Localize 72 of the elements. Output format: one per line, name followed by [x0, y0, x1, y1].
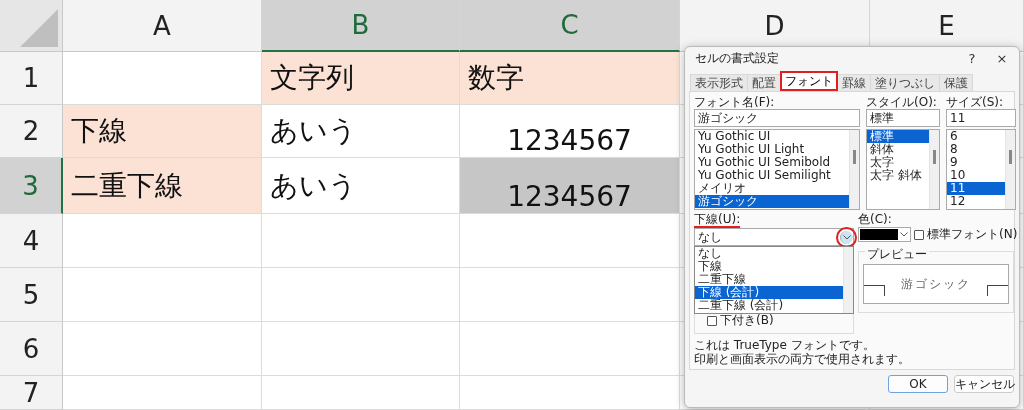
preview-text: 游ゴシック [900, 275, 972, 293]
chevron-down-icon [843, 234, 851, 240]
input-field[interactable]: 11 [946, 109, 1016, 127]
row-header[interactable]: 5 [0, 268, 63, 322]
column-header[interactable]: C [460, 0, 680, 52]
field-label: 色(C): [858, 212, 892, 226]
dropdown-option[interactable]: 下線 [695, 260, 843, 273]
table-cell: 文字列 [262, 52, 460, 105]
help-button[interactable]: ? [959, 50, 985, 66]
list-item[interactable]: 9 [947, 156, 1005, 169]
list-item[interactable]: 斜体 [867, 143, 929, 156]
table-cell: 1234567 [460, 158, 680, 214]
list-item[interactable]: 游ゴシック [695, 195, 849, 208]
list-item[interactable]: Yu Gothic UI Semibold [695, 156, 849, 169]
row-header[interactable]: 3 [0, 158, 63, 214]
group-label: プレビュー [865, 246, 929, 263]
list-item[interactable]: メイリオ [695, 182, 849, 195]
dropdown-option[interactable]: 二重下線 [695, 273, 843, 286]
row-header[interactable]: 2 [0, 105, 63, 158]
normal-font-checkbox[interactable]: 標準フォント(N) [914, 226, 1018, 243]
info-text: これは TrueType フォントです。 [694, 338, 875, 352]
row-header[interactable]: 6 [0, 322, 63, 376]
input-field[interactable]: 游ゴシック [694, 109, 860, 127]
subscript-checkbox[interactable]: 下付き(B) [707, 312, 774, 329]
tab[interactable]: 表示形式 [690, 74, 748, 91]
list-item[interactable]: 6 [947, 130, 1005, 143]
ok-button[interactable]: OK [888, 375, 948, 393]
info-text: 印刷と画面表示の両方で使用されます。 [694, 352, 910, 366]
chevron-down-icon [900, 232, 908, 237]
dropdown-option[interactable]: なし [695, 247, 843, 260]
field-label: サイズ(S): [946, 95, 1004, 109]
row-header[interactable]: 7 [0, 376, 63, 410]
list-item[interactable]: 8 [947, 143, 1005, 156]
list-item[interactable]: 10 [947, 169, 1005, 182]
list-item[interactable]: Yu Gothic UI Light [695, 143, 849, 156]
dropdown-button[interactable] [840, 230, 853, 244]
tab[interactable]: フォント [780, 71, 838, 91]
field-label: スタイル(O): [866, 95, 937, 109]
cancel-button[interactable]: キャンセル [954, 375, 1014, 393]
scrollbar[interactable] [1005, 130, 1015, 209]
table-cell: 下線 [63, 105, 262, 158]
list-item[interactable]: Yu Gothic UI [695, 130, 849, 143]
list-item[interactable]: 標準 [867, 130, 929, 143]
list-item[interactable]: 12 [947, 195, 1005, 208]
list-item[interactable]: 11 [947, 182, 1005, 195]
color-picker[interactable] [858, 227, 911, 242]
tab[interactable]: 罫線 [837, 74, 871, 91]
dropdown-option[interactable]: 下線 (会計) [695, 286, 843, 299]
baseline-mark [987, 284, 1008, 296]
row-header[interactable]: 4 [0, 214, 63, 268]
row-header[interactable]: 1 [0, 52, 63, 105]
tab[interactable]: 配置 [747, 74, 781, 91]
dropdown-option[interactable]: 二重下線 (会計) [695, 299, 843, 312]
table-cell: 二重下線 [63, 158, 262, 214]
baseline-mark [864, 284, 885, 296]
tab[interactable]: 保護 [939, 74, 973, 91]
scrollbar[interactable] [929, 130, 939, 209]
tab[interactable]: 塗りつぶし [870, 74, 940, 91]
field-label: フォント名(F): [694, 95, 775, 109]
scrollbar[interactable] [849, 130, 859, 209]
list-item[interactable]: 太字 斜体 [867, 169, 929, 182]
column-header[interactable]: B [262, 0, 460, 52]
dialog-title: セルの書式設定 [695, 49, 780, 67]
triangle-icon [20, 9, 58, 47]
scrollbar[interactable] [843, 247, 853, 313]
list-item[interactable]: 太字 [867, 156, 929, 169]
close-button[interactable]: × [989, 50, 1015, 66]
column-header[interactable]: A [63, 0, 262, 52]
list-item[interactable]: Yu Gothic UI Semilight [695, 169, 849, 182]
input-field[interactable]: 標準 [866, 109, 940, 127]
table-cell: あいう [262, 105, 460, 158]
table-cell: 数字 [460, 52, 680, 105]
